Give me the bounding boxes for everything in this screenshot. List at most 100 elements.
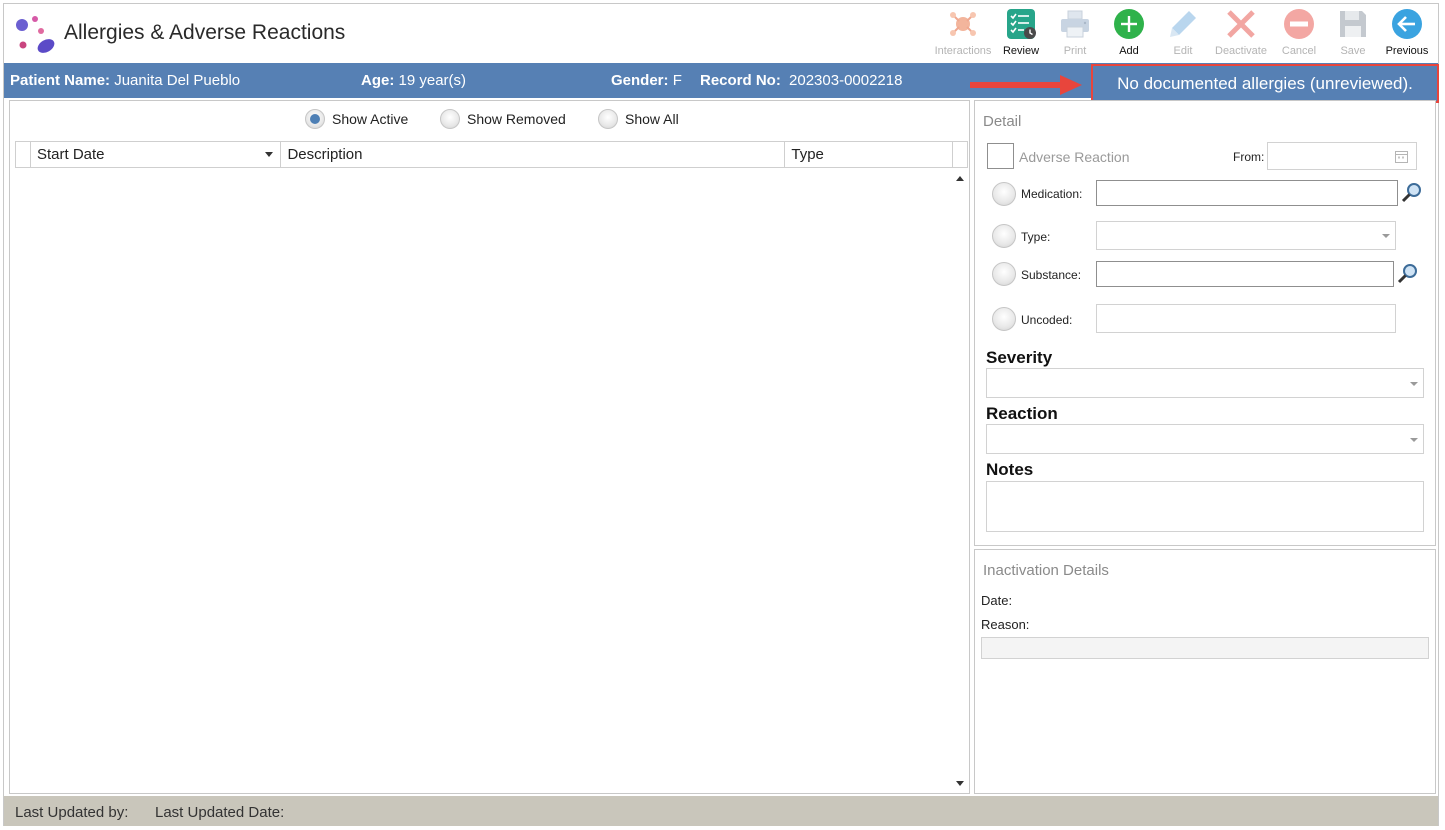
show-all-label: Show All: [625, 111, 679, 127]
add-button[interactable]: Add: [1102, 6, 1156, 62]
patient-name-label: Patient Name:: [10, 72, 111, 89]
reaction-heading: Reaction: [986, 404, 1058, 423]
uncoded-label: Uncoded:: [1021, 313, 1073, 327]
notes-heading: Notes: [986, 460, 1034, 479]
chevron-down-icon: [1410, 382, 1418, 386]
chevron-down-icon: [1382, 234, 1390, 238]
from-label: From:: [1233, 150, 1265, 164]
inactivation-panel: Inactivation Details Date: Reason:: [974, 549, 1436, 794]
detail-panel: Detail Adverse Reaction From: Medication…: [974, 100, 1436, 546]
printer-icon: [1058, 6, 1092, 42]
cancel-label: Cancel: [1281, 45, 1317, 57]
patient-record: Record No: 202303-0002218: [700, 72, 902, 89]
column-description-label: Description: [287, 146, 363, 163]
page-title: Allergies & Adverse Reactions: [64, 21, 346, 44]
patient-name: Patient Name: Juanita Del Pueblo: [10, 72, 240, 89]
patient-age-value: 19 year(s): [398, 72, 467, 89]
deactivate-button[interactable]: Deactivate: [1210, 6, 1272, 62]
allergy-status-alert: No documented allergies (unreviewed).: [1091, 64, 1439, 103]
detail-title: Detail: [983, 113, 1022, 130]
back-arrow-icon: [1390, 6, 1424, 42]
header: Allergies & Adverse Reactions Interactio…: [4, 4, 1438, 62]
previous-button[interactable]: Previous: [1380, 6, 1434, 62]
uncoded-field[interactable]: [1096, 304, 1396, 333]
callout-arrow-icon: [970, 75, 1082, 95]
filter-radio-group: Show Active Show Removed Show All: [10, 109, 969, 133]
patient-age-label: Age:: [361, 72, 395, 89]
substance-label: Substance:: [1021, 268, 1082, 282]
medication-field[interactable]: [1096, 180, 1398, 206]
allergy-list-panel: Show Active Show Removed Show All Start …: [9, 100, 970, 794]
inactivation-reason-label: Reason:: [981, 617, 1030, 632]
show-active-radio[interactable]: Show Active: [305, 109, 408, 129]
allergy-grid-body[interactable]: [15, 168, 968, 792]
substance-field[interactable]: [1096, 261, 1394, 287]
inactivation-reason-field: [981, 637, 1429, 659]
last-updated-date-label: Last Updated Date:: [155, 804, 285, 821]
radio-checked-icon: [305, 109, 325, 129]
adverse-reaction-checkbox[interactable]: [987, 143, 1014, 169]
column-description[interactable]: Description: [281, 142, 786, 167]
inactivation-title: Inactivation Details: [983, 562, 1109, 579]
radio-unchecked-icon: [440, 109, 460, 129]
show-removed-radio[interactable]: Show Removed: [440, 109, 566, 129]
patient-age: Age: 19 year(s): [361, 72, 466, 89]
patient-gender-label: Gender:: [611, 72, 669, 89]
interactions-label: Interactions: [934, 45, 992, 57]
add-label: Add: [1119, 45, 1139, 57]
show-removed-label: Show Removed: [467, 111, 566, 127]
calendar-icon[interactable]: [1395, 150, 1408, 163]
column-spacer: [953, 142, 967, 167]
column-type[interactable]: Type: [785, 142, 954, 167]
allergies-window: Allergies & Adverse Reactions Interactio…: [3, 3, 1439, 826]
edit-button[interactable]: Edit: [1156, 6, 1210, 62]
substance-search-icon[interactable]: [1396, 262, 1420, 286]
severity-heading: Severity: [986, 348, 1053, 367]
deactivate-label: Deactivate: [1215, 45, 1267, 57]
review-button[interactable]: Review: [994, 6, 1048, 62]
type-combobox[interactable]: [1096, 221, 1396, 250]
patient-record-label: Record No:: [700, 72, 781, 89]
column-start-date-label: Start Date: [36, 146, 105, 163]
review-label: Review: [1002, 45, 1040, 57]
medication-search-icon[interactable]: [1400, 181, 1424, 205]
print-button[interactable]: Print: [1048, 6, 1102, 62]
interactions-button[interactable]: Interactions: [932, 6, 994, 62]
patient-gender-value: F: [672, 72, 682, 89]
cancel-button[interactable]: Cancel: [1272, 6, 1326, 62]
show-all-radio[interactable]: Show All: [598, 109, 679, 129]
patient-gender: Gender: F: [611, 72, 682, 89]
last-updated-by-label: Last Updated by:: [15, 804, 129, 821]
allergy-grid-header: Start Date Description Type: [15, 141, 968, 168]
type-radio[interactable]: [992, 224, 1016, 248]
grid-scrollbar[interactable]: [952, 168, 968, 792]
scroll-up-icon[interactable]: [956, 176, 964, 181]
inactivation-date-label: Date:: [981, 593, 1013, 608]
notes-textarea[interactable]: [986, 481, 1424, 532]
app-logo-icon: [16, 16, 55, 53]
reaction-combobox[interactable]: [986, 424, 1424, 454]
status-bar: Last Updated by: Last Updated Date:: [4, 796, 1438, 826]
column-type-label: Type: [791, 146, 824, 163]
adverse-reaction-label: Adverse Reaction: [1019, 149, 1130, 165]
from-date-field[interactable]: [1267, 142, 1417, 170]
uncoded-radio[interactable]: [992, 307, 1016, 331]
patient-record-value: 202303-0002218: [789, 72, 903, 89]
radio-unchecked-icon: [598, 109, 618, 129]
severity-combobox[interactable]: [986, 368, 1424, 398]
type-label: Type:: [1021, 230, 1051, 244]
interactions-icon: [946, 6, 980, 42]
column-start-date[interactable]: Start Date: [31, 142, 282, 167]
substance-radio[interactable]: [992, 262, 1016, 286]
previous-label: Previous: [1385, 45, 1429, 57]
cancel-icon: [1282, 6, 1316, 42]
toolbar: Interactions Review Print Add Edit Deact…: [932, 6, 1434, 62]
medication-radio[interactable]: [992, 182, 1016, 206]
chevron-down-icon: [1410, 438, 1418, 442]
print-label: Print: [1063, 45, 1087, 57]
scroll-down-icon[interactable]: [956, 781, 964, 786]
row-selector-header: [16, 142, 31, 167]
save-label: Save: [1340, 45, 1366, 57]
x-icon: [1224, 6, 1258, 42]
save-button[interactable]: Save: [1326, 6, 1380, 62]
